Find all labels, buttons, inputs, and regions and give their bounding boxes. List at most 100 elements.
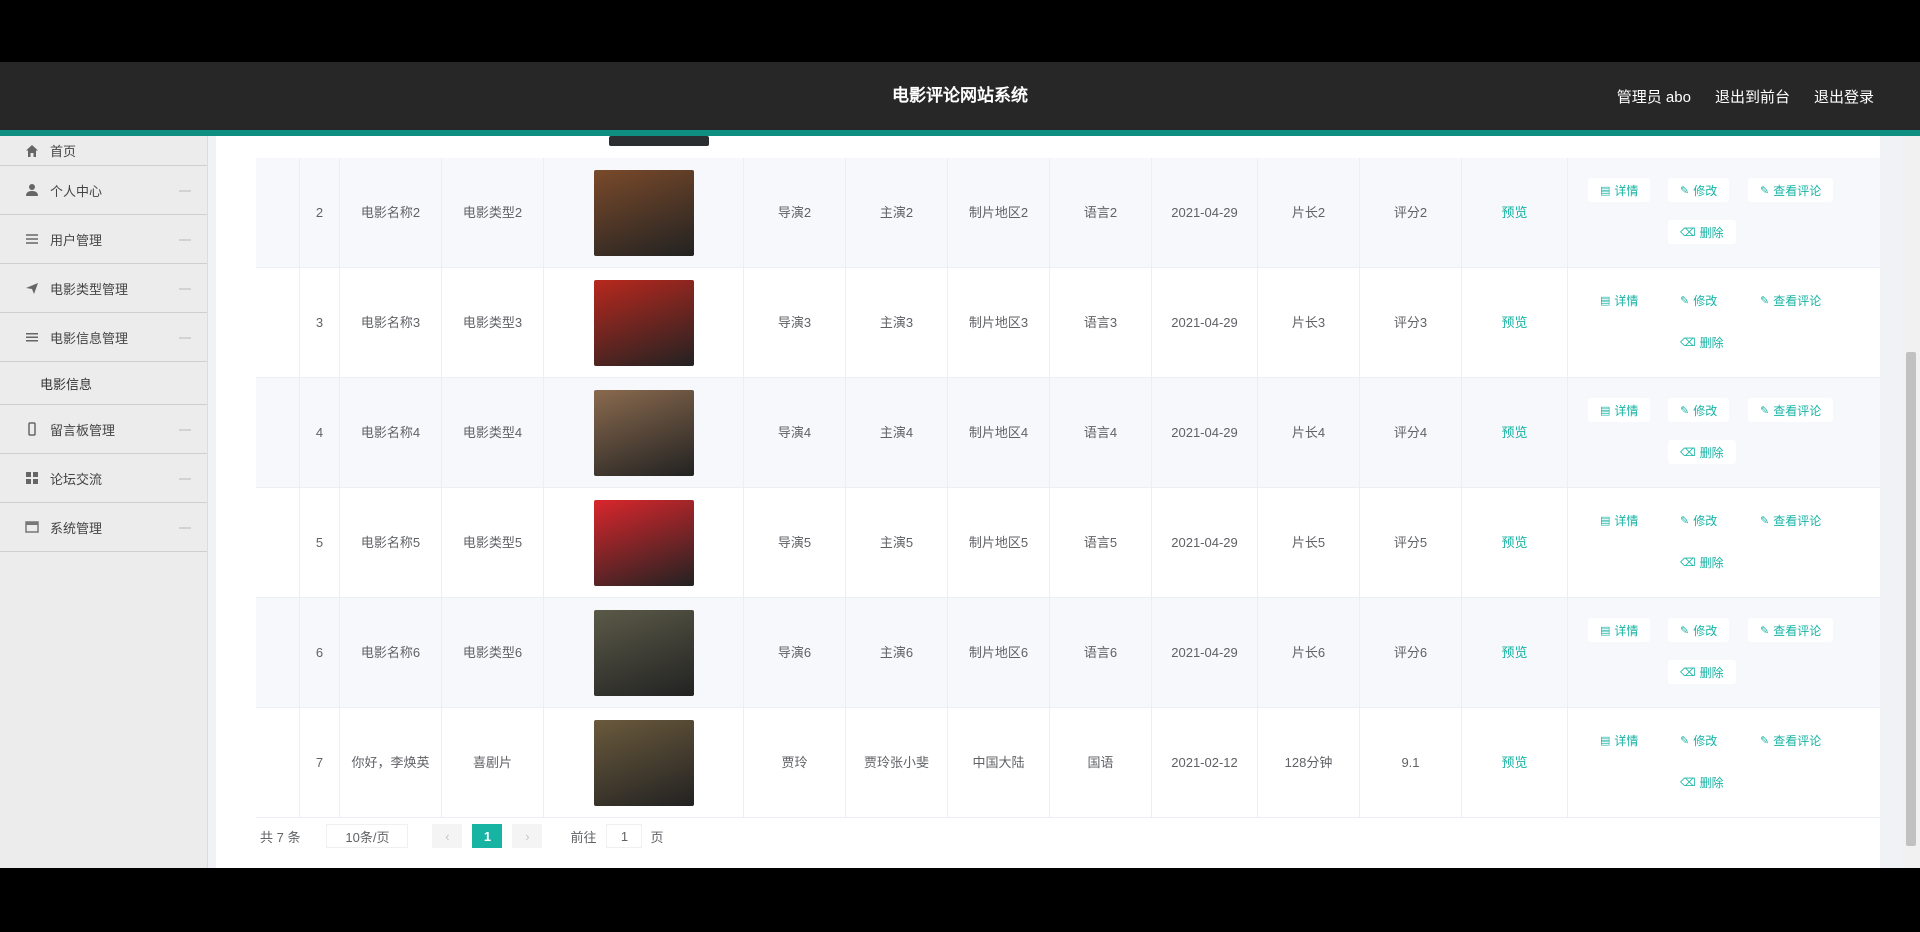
movie-poster-image: [593, 499, 694, 586]
cell-no: 2: [300, 158, 340, 267]
cell-date: 2021-04-29: [1152, 158, 1258, 267]
edit-button[interactable]: ✎ 修改: [1668, 728, 1730, 752]
detail-button[interactable]: ▤ 详情: [1588, 618, 1651, 642]
preview-link[interactable]: 预览: [1501, 534, 1527, 552]
preview-link[interactable]: 预览: [1501, 754, 1527, 772]
exit-to-front-link[interactable]: 退出到前台: [1715, 86, 1790, 107]
detail-button[interactable]: ▤ 详情: [1588, 508, 1651, 532]
preview-link[interactable]: 预览: [1501, 644, 1527, 662]
cell-name: 电影名称6: [340, 598, 442, 707]
trash-icon: ⌫: [1680, 666, 1696, 679]
delete-button[interactable]: ⌫ 删除: [1668, 770, 1736, 794]
sidebar-item-message-board[interactable]: 留言板管理: [0, 405, 207, 454]
edit-icon: ✎: [1760, 624, 1770, 637]
prev-page-button[interactable]: ‹: [432, 824, 463, 848]
view-comments-button[interactable]: ✎ 查看评论: [1748, 508, 1834, 532]
poster-cell: [544, 268, 744, 377]
goto-suffix: 页: [650, 829, 664, 845]
button-label: 详情: [1614, 293, 1639, 308]
cell-length: 片长6: [1258, 598, 1360, 707]
expand-indicator-icon: [179, 429, 191, 431]
detail-button[interactable]: ▤ 详情: [1588, 288, 1651, 312]
chevron-right-icon: ›: [525, 828, 530, 844]
delete-button[interactable]: ⌫ 删除: [1668, 220, 1736, 244]
preview-cell: 预览: [1462, 378, 1568, 487]
edit-icon: ✎: [1680, 294, 1690, 307]
edit-button[interactable]: ✎ 修改: [1668, 288, 1730, 312]
scrollbar-thumb[interactable]: [1906, 352, 1916, 846]
detail-button[interactable]: ▤ 详情: [1588, 398, 1651, 422]
cell-region: 中国大陆: [948, 708, 1050, 817]
preview-link[interactable]: 预览: [1501, 314, 1527, 332]
edit-button[interactable]: ✎ 修改: [1668, 508, 1730, 532]
button-label: 删除: [1699, 665, 1724, 680]
page-size-select[interactable]: 10条/页: [326, 824, 409, 848]
view-comments-button[interactable]: ✎ 查看评论: [1748, 618, 1834, 642]
trash-icon: ⌫: [1680, 776, 1696, 789]
button-label: 详情: [1614, 403, 1639, 418]
next-page-button[interactable]: ›: [512, 824, 543, 848]
preview-cell: 预览: [1462, 598, 1568, 707]
edit-button[interactable]: ✎ 修改: [1668, 178, 1730, 202]
list-icon: [24, 329, 40, 345]
sidebar-item-forum[interactable]: 论坛交流: [0, 454, 207, 503]
delete-button[interactable]: ⌫ 删除: [1668, 440, 1736, 464]
sidebar-item-movie-info[interactable]: 电影信息管理: [0, 313, 207, 362]
view-comments-button[interactable]: ✎ 查看评论: [1748, 178, 1834, 202]
delete-button[interactable]: ⌫ 删除: [1668, 550, 1736, 574]
preview-cell: 预览: [1462, 708, 1568, 817]
cell-date: 2021-02-12: [1152, 708, 1258, 817]
home-icon: [24, 143, 40, 159]
goto-page-input[interactable]: 1: [606, 824, 643, 848]
expand-indicator-icon: [179, 337, 191, 339]
sidebar-item-system[interactable]: 系统管理: [0, 503, 207, 552]
cell-date: 2021-04-29: [1152, 378, 1258, 487]
cell-no: 6: [300, 598, 340, 707]
document-icon: ▤: [1600, 624, 1611, 637]
preview-cell: 预览: [1462, 488, 1568, 597]
expand-indicator-icon: [179, 239, 191, 241]
sidebar-item-users[interactable]: 用户管理: [0, 215, 207, 264]
cell-director: 贾玲: [744, 708, 846, 817]
detail-button[interactable]: ▤ 详情: [1588, 728, 1651, 752]
row-actions: ▤ 详情 ✎ 修改 ✎ 查看评论 ⌫ 删除: [1568, 708, 1880, 817]
cell-language: 语言5: [1050, 488, 1152, 597]
page-scrollbar[interactable]: [1902, 136, 1920, 868]
delete-button[interactable]: ⌫ 删除: [1668, 330, 1736, 354]
cell-director: 导演3: [744, 268, 846, 377]
movie-poster-image: [593, 389, 694, 476]
cell-score: 评分2: [1360, 158, 1462, 267]
sidebar-subitem-movie-info[interactable]: 电影信息: [0, 362, 207, 405]
page-number-current[interactable]: 1: [472, 824, 503, 848]
logout-link[interactable]: 退出登录: [1814, 86, 1874, 107]
cell-region: 制片地区5: [948, 488, 1050, 597]
table-row: 4 电影名称4 电影类型4 导演4 主演4 制片地区4 语言4 2021-04-29 片长4 评分…: [256, 378, 1880, 488]
goto-prefix: 前往: [570, 829, 597, 845]
edit-button[interactable]: ✎ 修改: [1668, 398, 1730, 422]
view-comments-button[interactable]: ✎ 查看评论: [1748, 288, 1834, 312]
table-row: 6 电影名称6 电影类型6 导演6 主演6 制片地区6 语言6 2021-04-29 片长6 评分…: [256, 598, 1880, 708]
delete-button[interactable]: ⌫ 删除: [1668, 660, 1736, 684]
cell-date: 2021-04-29: [1152, 268, 1258, 377]
sidebar-item-movie-types[interactable]: 电影类型管理: [0, 264, 207, 313]
preview-link[interactable]: 预览: [1501, 204, 1527, 222]
sidebar-item-label: 个人中心: [50, 183, 103, 199]
view-comments-button[interactable]: ✎ 查看评论: [1748, 728, 1834, 752]
edit-button[interactable]: ✎ 修改: [1668, 618, 1730, 642]
detail-button[interactable]: ▤ 详情: [1588, 178, 1651, 202]
cell-name: 电影名称5: [340, 488, 442, 597]
cell-length: 片长2: [1258, 158, 1360, 267]
sidebar-item-label: 用户管理: [50, 232, 103, 248]
sidebar-item-home[interactable]: 首页: [0, 136, 207, 166]
row-select-cell: [256, 488, 300, 597]
header-actions: 管理员 abo 退出到前台 退出登录: [1617, 62, 1874, 130]
button-label: 详情: [1614, 623, 1639, 638]
cell-actor: 主演3: [846, 268, 948, 377]
view-comments-button[interactable]: ✎ 查看评论: [1748, 398, 1834, 422]
edit-icon: ✎: [1680, 404, 1690, 417]
preview-link[interactable]: 预览: [1501, 424, 1527, 442]
edit-icon: ✎: [1760, 294, 1770, 307]
button-label: 删除: [1699, 225, 1724, 240]
sidebar-item-profile[interactable]: 个人中心: [0, 166, 207, 215]
cell-name: 电影名称2: [340, 158, 442, 267]
